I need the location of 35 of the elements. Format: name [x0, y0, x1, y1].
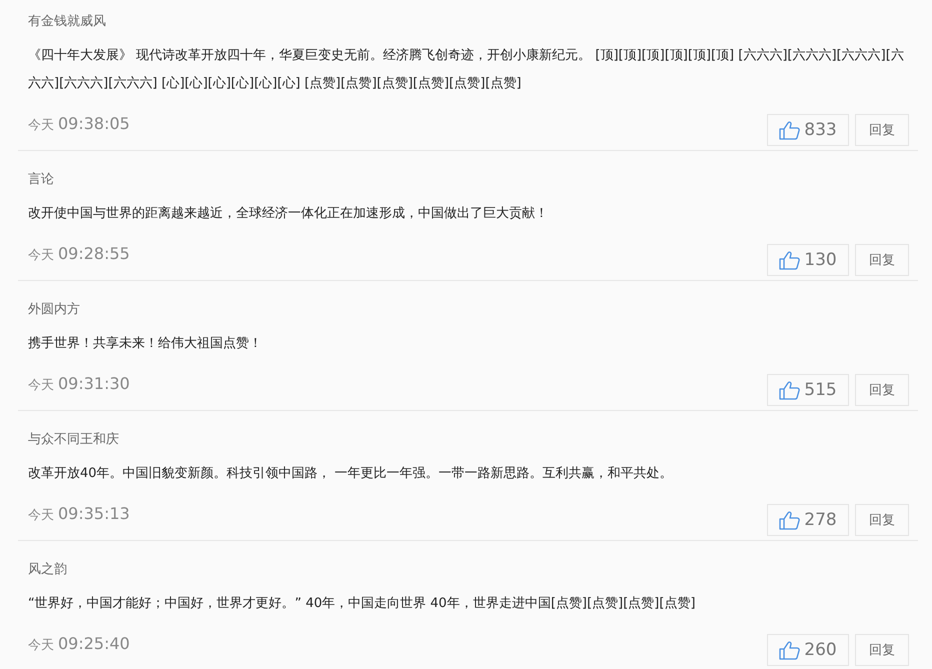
reply-button[interactable]: 回复 [855, 374, 909, 406]
reply-button[interactable]: 回复 [855, 244, 909, 276]
username: 有金钱就威风 [28, 13, 106, 31]
thumbs-up-icon [779, 250, 800, 270]
username: 言论 [28, 171, 54, 189]
like-button[interactable]: 260 [767, 634, 849, 666]
reply-button[interactable]: 回复 [855, 114, 909, 146]
thumbs-up-icon [779, 640, 800, 660]
thumbs-up-icon [779, 380, 800, 400]
like-button[interactable]: 833 [767, 114, 849, 146]
day-label: 今天 [28, 247, 54, 265]
day-label: 今天 [28, 507, 54, 525]
username: 风之韵 [28, 561, 67, 579]
comment-text: 改开使中国与世界的距离越来越近，全球经济一体化正在加速形成，中国做出了巨大贡献！ [28, 205, 549, 223]
reply-button[interactable]: 回复 [855, 634, 909, 666]
username: 外圆内方 [28, 301, 80, 319]
timestamp: 09:25:40 [58, 634, 130, 654]
thumbs-up-icon [779, 510, 800, 530]
day-label: 今天 [28, 637, 54, 655]
comment-text: “世界好，中国才能好；中国好，世界才更好。” 40年，中国走向世界 40年，世界走进中国[点赞][点赞][点赞][点赞] [28, 595, 696, 613]
like-button[interactable]: 515 [767, 374, 849, 406]
comment-text: 改革开放40年。中国旧貌变新颜。科技引领中国路， 一年更比一年强。一带一路新思路。互利共赢，和平共处。 [28, 465, 674, 483]
comment-text: 携手世界！共享未来！给伟大祖国点赞！ [28, 335, 263, 353]
reply-button[interactable]: 回复 [855, 504, 909, 536]
like-button[interactable]: 130 [767, 244, 849, 276]
thumbs-up-icon [779, 120, 800, 140]
timestamp: 09:31:30 [58, 374, 130, 394]
day-label: 今天 [28, 377, 54, 395]
timestamp: 09:28:55 [58, 244, 130, 264]
timestamp: 09:35:13 [58, 504, 130, 524]
timestamp: 09:38:05 [58, 114, 130, 134]
comment-text: 《四十年大发展》 现代诗改革开放四十年，华夏巨变史无前。经济腾飞创奇迹，开创小康新纪元。 [顶][顶][顶][顶][顶][顶] [六六六][六六六][六六六][六六六][六六六][六六六] [心][心][心][心][心][心] [点赞][点赞][点赞][点赞][点赞][点赞] [28, 47, 905, 93]
username: 与众不同王和庆 [28, 431, 119, 449]
day-label: 今天 [28, 117, 54, 135]
like-button[interactable]: 278 [767, 504, 849, 536]
